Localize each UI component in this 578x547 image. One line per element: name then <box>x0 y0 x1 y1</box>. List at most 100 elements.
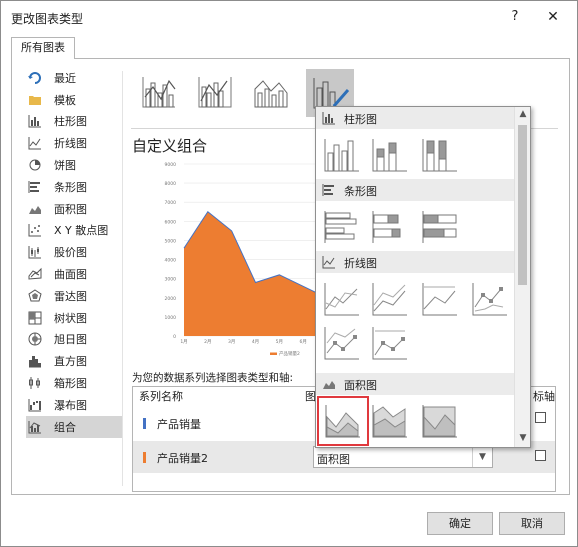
sidebar-item-templates[interactable]: 模板 <box>26 89 122 111</box>
sidebar-item-surface[interactable]: 曲面图 <box>26 263 122 285</box>
sidebar-item-radar[interactable]: 雷达图 <box>26 285 122 307</box>
pie-chart-icon <box>29 159 41 171</box>
surface-chart-icon <box>28 267 42 280</box>
secondary-axis-checkbox[interactable] <box>535 412 546 423</box>
sidebar-item-bar[interactable]: 条形图 <box>26 176 122 198</box>
dropdown-item-clustered-column[interactable] <box>320 135 364 175</box>
help-button[interactable]: ? <box>503 5 527 29</box>
preview-chart: 0 1000 2000 3000 4000 5000 6000 7000 8000 9000 1月 2… <box>165 162 331 357</box>
dropdown-item-stacked-column[interactable] <box>368 135 412 175</box>
sidebar-item-label: X Y 散点图 <box>54 224 109 238</box>
ok-button[interactable]: 确定 <box>427 512 493 535</box>
dropdown-item-area[interactable] <box>317 396 369 446</box>
sidebar-item-area[interactable]: 面积图 <box>26 198 122 220</box>
sidebar-item-label: 树状图 <box>54 311 87 325</box>
scroll-down-icon[interactable]: ▼ <box>515 433 530 443</box>
series-color-swatch <box>143 418 146 429</box>
chevron-down-icon[interactable]: ▼ <box>472 447 492 467</box>
sidebar-item-recent[interactable]: 最近 <box>26 67 122 89</box>
x-tick-label: 6月 <box>299 339 306 345</box>
y-tick-label: 0 <box>173 334 176 340</box>
sidebar-item-column[interactable]: 柱形图 <box>26 111 122 133</box>
scrollbar-thumb[interactable] <box>518 125 527 285</box>
sidebar-item-treemap[interactable]: 树状图 <box>26 307 122 329</box>
series-table-caption: 为您的数据系列选择图表类型和轴: <box>132 372 294 384</box>
sidebar-item-combo[interactable]: 组合 <box>26 415 122 438</box>
sidebar-item-stock[interactable]: 股价图 <box>26 241 122 263</box>
dropdown-item-100-stacked-line[interactable] <box>418 279 462 319</box>
chart-type-value: 面积图 <box>317 453 350 466</box>
sidebar-item-label: 柱形图 <box>54 115 87 129</box>
y-tick-label: 3000 <box>165 277 177 283</box>
dropdown-item-line-markers[interactable] <box>468 279 512 319</box>
dialog-title: 更改图表类型 <box>11 12 84 26</box>
x-tick-label: 5月 <box>276 339 283 345</box>
chart-type-select[interactable]: 面积图 ▼ <box>313 446 493 468</box>
bar-chart-icon <box>322 184 334 196</box>
clustered-bar-icon <box>324 211 357 243</box>
dropdown-item-100-stacked-line-markers[interactable] <box>368 323 412 363</box>
dropdown-item-100-stacked-column[interactable] <box>418 135 462 175</box>
y-tick-label: 9000 <box>165 162 177 168</box>
sidebar-item-label: 最近 <box>54 71 76 85</box>
dropdown-item-line[interactable] <box>320 279 364 319</box>
y-tick-label: 8000 <box>165 181 177 187</box>
combo-subtype-clustered-line[interactable] <box>138 71 180 113</box>
dropdown-item-100-stacked-area[interactable] <box>418 401 462 441</box>
sidebar-divider <box>122 71 123 486</box>
series-name: 产品销量 <box>157 418 201 431</box>
sidebar-item-histogram[interactable]: 直方图 <box>26 350 122 372</box>
dropdown-item-stacked-bar[interactable] <box>368 207 412 247</box>
secondary-axis-checkbox[interactable] <box>535 450 546 461</box>
sidebar-item-label: 折线图 <box>54 137 87 151</box>
combo-subtype-clustered-line-secondary[interactable] <box>194 71 236 113</box>
sidebar-item-waterfall[interactable]: 瀑布图 <box>26 394 122 416</box>
series-color-swatch <box>143 452 146 463</box>
dropdown-item-100-stacked-bar[interactable] <box>418 207 462 247</box>
combo-clustered-line-icon <box>142 77 176 108</box>
percent-stacked-column-icon <box>422 139 457 172</box>
treemap-chart-icon <box>28 311 42 325</box>
sidebar-item-pie[interactable]: 饼图 <box>26 154 122 176</box>
combo-preview-title: 自定义组合 <box>132 137 208 155</box>
sidebar-item-label: 条形图 <box>54 180 87 194</box>
combo-subtype-stacked-area-column[interactable] <box>250 71 292 113</box>
line-with-markers-icon <box>472 283 507 316</box>
dropdown-item-stacked-line[interactable] <box>368 279 412 319</box>
boxwhisker-chart-icon <box>29 377 40 390</box>
column-chart-icon <box>28 115 41 128</box>
stacked-bar-icon <box>372 211 401 243</box>
chart-type-dropdown: 柱形图 条形图 折线图 面积图 ▲ ▼ <box>315 106 531 448</box>
dropdown-section-label: 柱形图 <box>344 113 377 126</box>
sidebar-item-label: 雷达图 <box>54 289 87 303</box>
scroll-up-icon[interactable]: ▲ <box>515 109 530 119</box>
percent-stacked-line-icon <box>422 283 457 316</box>
line-icon <box>324 283 359 316</box>
close-button[interactable]: ✕ <box>541 5 565 29</box>
stacked-area-icon <box>372 405 407 438</box>
area-series-fill <box>184 211 327 336</box>
sidebar-item-label: 模板 <box>54 93 76 107</box>
y-tick-label: 7000 <box>165 200 177 206</box>
dropdown-scrollbar[interactable]: ▲ ▼ <box>514 107 530 447</box>
cancel-button[interactable]: 取消 <box>499 512 565 535</box>
recent-icon <box>28 71 41 84</box>
sidebar-item-line[interactable]: 折线图 <box>26 132 122 154</box>
area-chart-icon <box>29 205 41 214</box>
tab-all-charts[interactable]: 所有图表 <box>11 37 75 59</box>
scatter-chart-icon <box>28 224 41 237</box>
sidebar-item-label: 直方图 <box>54 355 87 369</box>
column-header-axis: 标轴 <box>533 390 555 403</box>
sidebar-item-boxwhisker[interactable]: 箱形图 <box>26 372 122 394</box>
y-tick-label: 1000 <box>165 315 177 321</box>
sidebar-item-label: 组合 <box>54 420 76 434</box>
dropdown-item-stacked-line-markers[interactable] <box>320 323 364 363</box>
legend-label: 产品销量2 <box>279 350 300 357</box>
percent-stacked-area-icon <box>422 405 457 438</box>
dropdown-item-clustered-bar[interactable] <box>320 207 364 247</box>
sidebar-item-label: 瀑布图 <box>54 398 87 412</box>
sidebar-item-scatter[interactable]: X Y 散点图 <box>26 220 122 242</box>
dropdown-item-stacked-area[interactable] <box>368 401 412 441</box>
dropdown-section-label: 折线图 <box>344 257 377 270</box>
sidebar-item-sunburst[interactable]: 旭日图 <box>26 329 122 351</box>
